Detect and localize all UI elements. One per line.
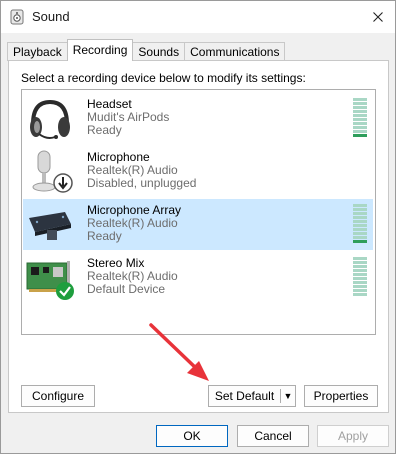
set-default-dropdown[interactable]: ▼: [281, 386, 295, 406]
tab-playback[interactable]: Playback: [7, 42, 68, 61]
meter-segment: [353, 98, 367, 101]
device-row-microphone-array[interactable]: Microphone Array Realtek(R) Audio Ready: [23, 199, 373, 250]
meter-segment: [353, 228, 367, 231]
device-driver: Realtek(R) Audio: [87, 216, 178, 230]
tab-communications[interactable]: Communications: [184, 42, 286, 61]
device-row-stereo-mix[interactable]: Stereo Mix Realtek(R) Audio Default Devi…: [23, 252, 373, 303]
device-name: Microphone: [87, 150, 150, 164]
meter-segment: [353, 269, 367, 272]
meter-segment: [353, 273, 367, 276]
headset-icon: [30, 99, 70, 139]
meter-segment: [353, 281, 367, 284]
device-name: Stereo Mix: [87, 256, 145, 270]
device-driver: Mudit's AirPods: [87, 110, 170, 124]
device-name: Headset: [87, 97, 132, 111]
meter-segment: [353, 261, 367, 264]
meter-segment: [353, 126, 367, 129]
meter-segment: [353, 102, 367, 105]
close-icon: [373, 12, 383, 22]
meter-segment: [353, 122, 367, 125]
tab-recording[interactable]: Recording: [66, 39, 134, 61]
meter-segment: [353, 114, 367, 117]
meter-segment: [353, 130, 367, 133]
device-name: Microphone Array: [87, 203, 182, 217]
device-status: Ready: [87, 123, 122, 137]
tab-strip: Playback Recording Sounds Communications: [7, 39, 286, 61]
apply-button[interactable]: Apply: [317, 425, 389, 447]
meter-segment: [353, 293, 367, 296]
set-default-button[interactable]: Set Default: [209, 386, 280, 406]
meter-segment: [353, 106, 367, 109]
microphone-array-icon: [29, 212, 71, 240]
meter-segment: [353, 257, 367, 260]
meter-segment: [353, 224, 367, 227]
meter-segment: [353, 232, 367, 235]
device-driver: Realtek(R) Audio: [87, 269, 178, 283]
meter-segment: [353, 220, 367, 223]
device-row-microphone[interactable]: Microphone Realtek(R) Audio Disabled, un…: [23, 146, 373, 197]
device-status: Ready: [87, 229, 122, 243]
level-meter: [353, 257, 367, 299]
meter-segment-active: [353, 240, 367, 243]
level-meter: [353, 98, 367, 140]
tab-sounds[interactable]: Sounds: [132, 42, 186, 61]
device-list[interactable]: Headset Mudit's AirPods Ready Microphone…: [21, 89, 376, 335]
instruction-text: Select a recording device below to modif…: [21, 71, 306, 85]
microphone-icon: [32, 150, 73, 193]
meter-segment: [353, 285, 367, 288]
speaker-icon: [10, 9, 24, 25]
meter-segment: [353, 118, 367, 121]
window-title: Sound: [32, 9, 70, 24]
device-driver: Realtek(R) Audio: [87, 163, 178, 177]
device-status: Default Device: [87, 282, 166, 296]
device-row-headset[interactable]: Headset Mudit's AirPods Ready: [23, 93, 373, 144]
meter-segment: [353, 110, 367, 113]
set-default-split-button[interactable]: Set Default ▼: [208, 385, 296, 407]
cancel-button[interactable]: Cancel: [237, 425, 309, 447]
meter-segment: [353, 289, 367, 292]
ok-button[interactable]: OK: [156, 425, 228, 447]
level-meter: [353, 204, 367, 246]
meter-segment-active: [353, 134, 367, 137]
meter-segment: [353, 216, 367, 219]
sound-dialog: Sound Playback Recording Sounds Communic…: [0, 0, 396, 454]
meter-segment: [353, 265, 367, 268]
meter-segment: [353, 236, 367, 239]
meter-segment: [353, 204, 367, 207]
dropdown-arrow-icon: ▼: [283, 391, 293, 401]
properties-button[interactable]: Properties: [304, 385, 378, 407]
sound-card-icon: [26, 261, 74, 300]
recording-panel: Select a recording device below to modif…: [8, 60, 389, 413]
meter-segment: [353, 208, 367, 211]
configure-button[interactable]: Configure: [21, 385, 95, 407]
meter-segment: [353, 212, 367, 215]
close-button[interactable]: [361, 1, 395, 33]
title-bar: Sound: [1, 1, 395, 33]
device-status: Disabled, unplugged: [87, 176, 197, 190]
meter-segment: [353, 277, 367, 280]
